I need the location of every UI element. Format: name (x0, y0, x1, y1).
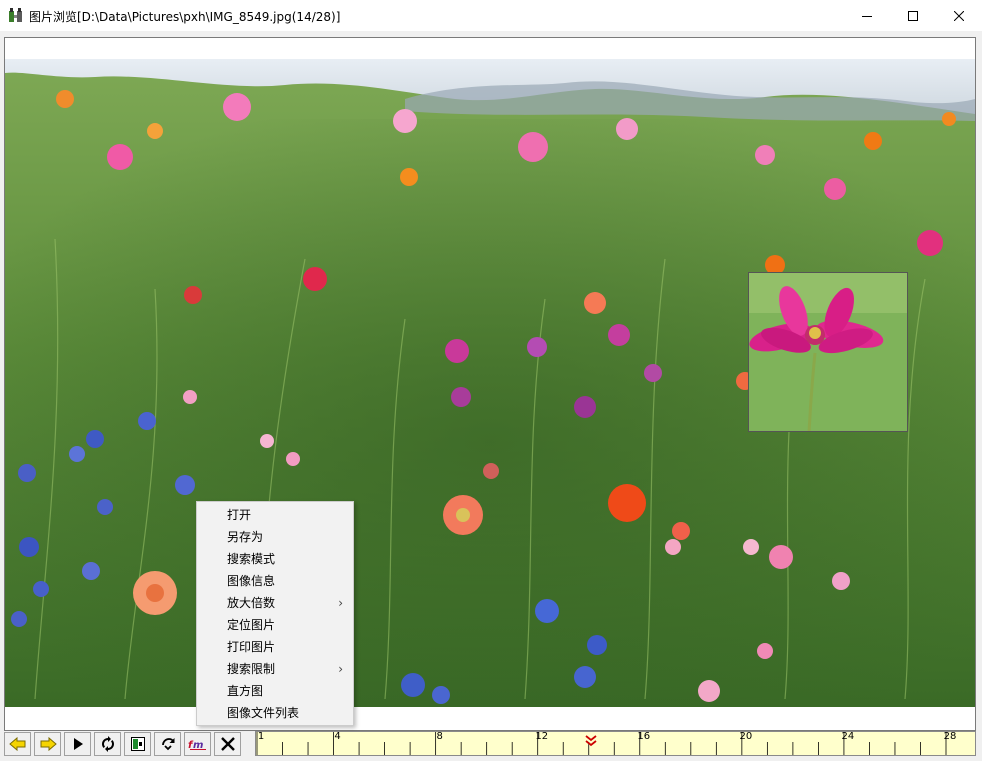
ruler-ticks (256, 732, 947, 755)
context-menu-item-label: 定位图片 (227, 618, 276, 632)
context-menu-item-label: 图像文件列表 (227, 706, 300, 720)
context-menu-item[interactable]: 图像信息 (197, 570, 353, 592)
delete-x-icon (220, 737, 235, 751)
ruler-tick-label: 20 (739, 731, 753, 742)
title-bar: 图片浏览[D:\Data\Pictures\pxh\IMG_8549.jpg(1… (0, 0, 982, 31)
previous-arrow-icon (8, 737, 25, 751)
context-menu-item[interactable]: 放大倍数 › (197, 592, 353, 614)
ruler-tick-label: 8 (436, 731, 443, 742)
context-menu-item[interactable]: 定位图片 (197, 614, 353, 636)
play-slideshow-button[interactable] (64, 732, 91, 756)
context-menu-item[interactable]: 图像文件列表 (197, 702, 353, 724)
ruler-tick-label: 12 (535, 731, 549, 742)
context-menu-item[interactable]: 打印图片 (197, 636, 353, 658)
previous-image-button[interactable] (4, 732, 31, 756)
image-position-ruler[interactable]: 1 4 8 12 16 20 24 28 (255, 731, 976, 756)
sync-icon (101, 736, 114, 752)
ruler-tick-label: 1 (257, 731, 265, 742)
next-arrow-icon (40, 737, 57, 751)
context-menu-item-label: 直方图 (227, 684, 264, 698)
ruler-tick-label: 24 (841, 731, 855, 742)
context-menu-item[interactable]: 直方图 (197, 680, 353, 702)
rotate-button[interactable] (154, 732, 181, 756)
maximize-button[interactable] (890, 0, 936, 31)
window-title: 图片浏览[D:\Data\Pictures\pxh\IMG_8549.jpg(1… (29, 10, 341, 24)
current-position-marker[interactable] (585, 732, 597, 751)
minimize-button[interactable] (844, 0, 890, 31)
context-menu-item-label: 搜索限制 (227, 662, 276, 676)
close-button[interactable] (936, 0, 982, 31)
rename-button[interactable]: fm (184, 732, 211, 756)
context-menu-item[interactable]: 打开 (197, 504, 353, 526)
magnified-pink-cosmos (749, 273, 907, 431)
fit-window-icon (130, 737, 145, 751)
context-menu-item-label: 放大倍数 (227, 596, 276, 610)
context-menu-item-label: 打开 (227, 508, 252, 522)
ruler-tick-label: 28 (943, 731, 957, 742)
sync-button[interactable] (94, 732, 121, 756)
context-menu-item[interactable]: 另存为 (197, 526, 353, 548)
navigation-toolbar: fm (4, 732, 251, 756)
rename-icon: fm (188, 740, 206, 751)
play-icon (73, 738, 83, 750)
delete-button[interactable] (214, 732, 241, 756)
context-menu-item-label: 搜索模式 (227, 552, 276, 566)
context-menu: 打开另存为搜索模式图像信息放大倍数 › 定位图片打印图片搜索限制 › 直方图图像文件列表 (196, 501, 354, 726)
minimize-icon (862, 15, 872, 17)
fit-window-button[interactable] (124, 732, 151, 756)
maximize-icon (908, 10, 918, 21)
magnifier-preview (748, 272, 908, 432)
context-menu-item[interactable]: 搜索限制 › (197, 658, 353, 680)
context-menu-item[interactable]: 搜索模式 (197, 548, 353, 570)
close-icon (954, 10, 964, 21)
submenu-arrow-icon: › (338, 662, 343, 676)
context-menu-item-label: 打印图片 (227, 640, 276, 654)
next-image-button[interactable] (34, 732, 61, 756)
submenu-arrow-icon: › (338, 596, 343, 610)
context-menu-item-label: 图像信息 (227, 574, 276, 588)
ruler-tick-label: 16 (637, 731, 651, 742)
picture-viewer-icon[interactable] (8, 7, 24, 23)
context-menu-item-label: 另存为 (227, 530, 264, 544)
ruler-tick-label: 4 (334, 731, 341, 742)
rotate-icon (161, 738, 174, 751)
